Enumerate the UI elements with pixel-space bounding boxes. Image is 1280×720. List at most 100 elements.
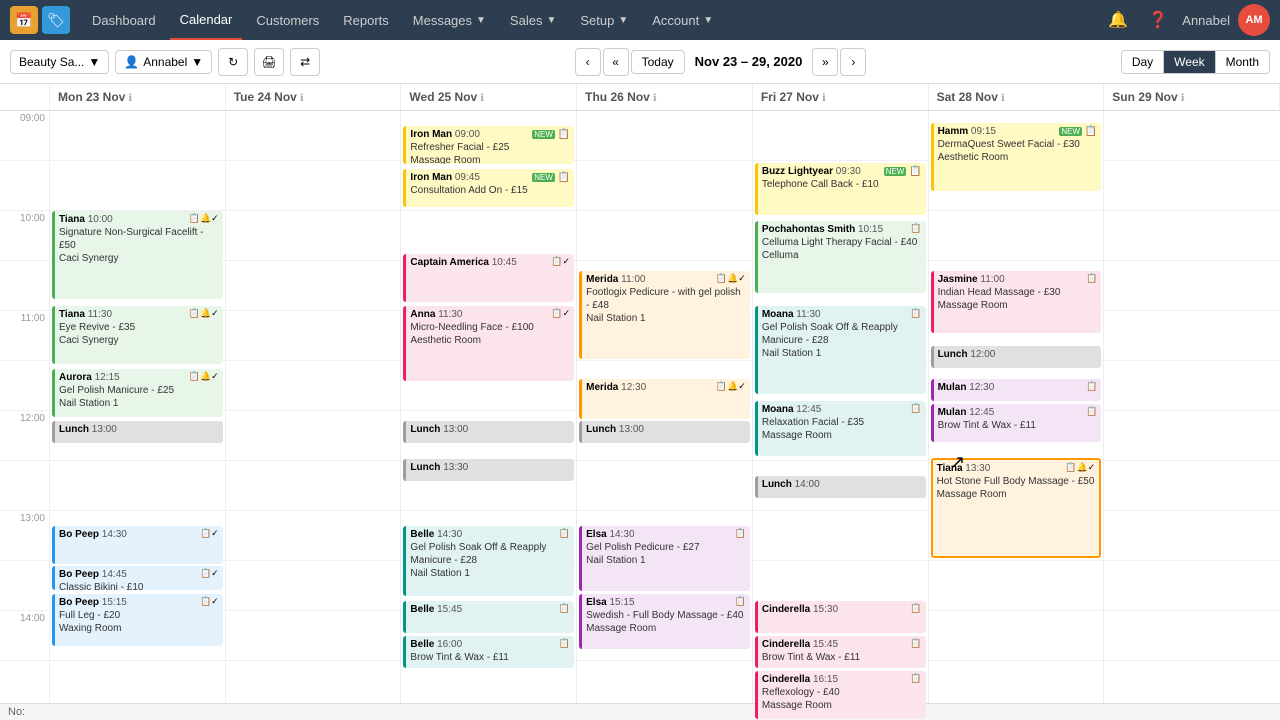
event-lunch-thu-1300: Lunch 13:00 bbox=[579, 421, 750, 443]
day-header-fri: Fri 27 Nov ℹ bbox=[753, 84, 929, 110]
avatar[interactable]: AM bbox=[1238, 4, 1270, 36]
event-tiana-1000[interactable]: Tiana 10:00 📋🔔✓ Signature Non-Surgical F… bbox=[52, 211, 223, 299]
event-elsa-1430[interactable]: Elsa 14:30 📋 Gel Polish Pedicure - £27 N… bbox=[579, 526, 750, 591]
event-merida-1100[interactable]: Merida 11:00 📋🔔✓ Footlogix Pedicure - wi… bbox=[579, 271, 750, 359]
user-name-label: Annabel bbox=[1182, 13, 1230, 28]
event-ironman-0945[interactable]: Iron Man 09:45 NEW 📋 Consultation Add On… bbox=[403, 169, 574, 207]
date-navigation: ‹ « Today Nov 23 – 29, 2020 » › bbox=[575, 48, 867, 76]
time-half4 bbox=[0, 461, 49, 511]
event-bopeep-1445[interactable]: Bo Peep 14:45 📋✓ Classic Bikini - £10 bbox=[52, 566, 223, 590]
prev-week-arrow[interactable]: « bbox=[603, 48, 629, 76]
calendar-logo-icon[interactable]: 📅 bbox=[10, 6, 38, 34]
time-half1 bbox=[0, 161, 49, 211]
day-view-button[interactable]: Day bbox=[1122, 51, 1164, 73]
refresh-button[interactable]: ↻ bbox=[218, 48, 248, 76]
day-header-thu: Thu 26 Nov ℹ bbox=[577, 84, 753, 110]
event-tiana-1130[interactable]: Tiana 11:30 📋🔔✓ Eye Revive - £35 Caci Sy… bbox=[52, 306, 223, 364]
event-tiana-1330[interactable]: Tiana 13:30 📋🔔✓ Hot Stone Full Body Mass… bbox=[931, 458, 1102, 558]
event-cinderella-1545[interactable]: Cinderella 15:45 📋 Brow Tint & Wax - £11 bbox=[755, 636, 926, 668]
day-header-sun: Sun 29 Nov ℹ bbox=[1104, 84, 1280, 110]
nav-sales[interactable]: Sales ▼ bbox=[500, 0, 566, 40]
user-selector[interactable]: 👤 Annabel ▼ bbox=[115, 50, 212, 74]
calendar-body: 09:00 10:00 11:00 12:00 13:00 14:00 15:0… bbox=[0, 111, 1280, 720]
status-bar: No: bbox=[0, 703, 1280, 720]
day-header-mon: Mon 23 Nov ℹ bbox=[50, 84, 226, 110]
nav-reports[interactable]: Reports bbox=[333, 0, 399, 40]
today-button[interactable]: Today bbox=[631, 50, 685, 74]
time-column: 09:00 10:00 11:00 12:00 13:00 14:00 15:0… bbox=[0, 111, 50, 720]
time-half2 bbox=[0, 261, 49, 311]
event-lunch-sat-1200: Lunch 12:00 bbox=[931, 346, 1102, 368]
day-headers-row: Mon 23 Nov ℹ Tue 24 Nov ℹ Wed 25 Nov ℹ T… bbox=[0, 84, 1280, 111]
hour-lines-tue bbox=[226, 111, 401, 720]
view-selector: Day Week Month bbox=[1121, 50, 1270, 74]
day-col-wed: Iron Man 09:00 NEW 📋 Refresher Facial - … bbox=[401, 111, 577, 720]
nav-calendar[interactable]: Calendar bbox=[170, 0, 243, 40]
nav-account[interactable]: Account ▼ bbox=[642, 0, 723, 40]
event-lunch-fri-1400: Lunch 14:00 bbox=[755, 476, 926, 498]
time-half5 bbox=[0, 561, 49, 611]
date-range-label: Nov 23 – 29, 2020 bbox=[687, 54, 811, 69]
hour-lines-sun bbox=[1104, 111, 1280, 720]
next-week-arrow[interactable]: » bbox=[812, 48, 838, 76]
week-view-button[interactable]: Week bbox=[1164, 51, 1215, 73]
time-1300: 13:00 bbox=[0, 511, 49, 561]
event-bopeep-1515[interactable]: Bo Peep 15:15 📋✓ Full Leg - £20 Waxing R… bbox=[52, 594, 223, 646]
help-icon[interactable]: ❓ bbox=[1142, 4, 1174, 36]
event-pochahontas-1015[interactable]: Pochahontas Smith 10:15 📋 Celluma Light … bbox=[755, 221, 926, 293]
time-1000: 10:00 bbox=[0, 211, 49, 261]
day-col-fri: Buzz Lightyear 09:30 NEW 📋 Telephone Cal… bbox=[753, 111, 929, 720]
nav-dashboard[interactable]: Dashboard bbox=[82, 0, 166, 40]
day-header-tue: Tue 24 Nov ℹ bbox=[226, 84, 402, 110]
print-button[interactable]: 🖨 bbox=[254, 48, 284, 76]
event-cinderella-1615[interactable]: Cinderella 16:15 📋 Reflexology - £40 Mas… bbox=[755, 671, 926, 719]
month-view-button[interactable]: Month bbox=[1216, 51, 1269, 73]
event-moana-1245[interactable]: Moana 12:45 📋 Relaxation Facial - £35 Ma… bbox=[755, 401, 926, 456]
event-belle-1430[interactable]: Belle 14:30 📋 Gel Polish Soak Off & Reap… bbox=[403, 526, 574, 596]
status-label: No: bbox=[8, 706, 25, 718]
day-col-thu: Merida 11:00 📋🔔✓ Footlogix Pedicure - wi… bbox=[577, 111, 753, 720]
nav-customers[interactable]: Customers bbox=[246, 0, 329, 40]
event-aurora-1215[interactable]: Aurora 12:15 📋🔔✓ Gel Polish Manicure - £… bbox=[52, 369, 223, 417]
event-belle-1600[interactable]: Belle 16:00 📋 Brow Tint & Wax - £11 bbox=[403, 636, 574, 668]
day-header-sat: Sat 28 Nov ℹ bbox=[929, 84, 1105, 110]
days-grid: Tiana 10:00 📋🔔✓ Signature Non-Surgical F… bbox=[50, 111, 1280, 720]
event-jasmine-1100[interactable]: Jasmine 11:00 📋 Indian Head Massage - £3… bbox=[931, 271, 1102, 333]
event-anna-1130[interactable]: Anna 11:30 📋✓ Micro-Needling Face - £100… bbox=[403, 306, 574, 381]
toolbar: Beauty Sa... ▼ 👤 Annabel ▼ ↻ 🖨 ⇄ ‹ « Tod… bbox=[0, 40, 1280, 84]
calendar-main: Mon 23 Nov ℹ Tue 24 Nov ℹ Wed 25 Nov ℹ T… bbox=[0, 84, 1280, 720]
top-navigation: 📅 🏷 Dashboard Calendar Customers Reports… bbox=[0, 0, 1280, 40]
event-belle-1545[interactable]: Belle 15:45 📋 bbox=[403, 601, 574, 633]
day-col-sun bbox=[1104, 111, 1280, 720]
event-merida-1230[interactable]: Merida 12:30 📋🔔✓ bbox=[579, 379, 750, 419]
event-mulan-1245[interactable]: Mulan 12:45 📋 Brow Tint & Wax - £11 bbox=[931, 404, 1102, 442]
tag-logo-icon[interactable]: 🏷 bbox=[42, 6, 70, 34]
event-cinderella-1530[interactable]: Cinderella 15:30 📋 bbox=[755, 601, 926, 633]
day-col-mon: Tiana 10:00 📋🔔✓ Signature Non-Surgical F… bbox=[50, 111, 226, 720]
time-half3 bbox=[0, 361, 49, 411]
time-1400: 14:00 bbox=[0, 611, 49, 661]
event-elsa-1515[interactable]: Elsa 15:15 📋 Swedish - Full Body Massage… bbox=[579, 594, 750, 649]
nav-right-area: 🔔 ❓ Annabel AM bbox=[1102, 4, 1270, 36]
event-hamm-0915[interactable]: Hamm 09:15 NEW 📋 DermaQuest Sweet Facial… bbox=[931, 123, 1102, 191]
event-buzz-0930[interactable]: Buzz Lightyear 09:30 NEW 📋 Telephone Cal… bbox=[755, 163, 926, 215]
location-selector[interactable]: Beauty Sa... ▼ bbox=[10, 50, 109, 74]
event-lunch-wed-1300: Lunch 13:00 bbox=[403, 421, 574, 443]
event-bopeep-1430[interactable]: Bo Peep 14:30 📋✓ bbox=[52, 526, 223, 564]
next-arrow[interactable]: › bbox=[840, 48, 866, 76]
prev-arrow[interactable]: ‹ bbox=[575, 48, 601, 76]
event-mulan-1230[interactable]: Mulan 12:30 📋 bbox=[931, 379, 1102, 401]
day-col-sat: Hamm 09:15 NEW 📋 DermaQuest Sweet Facial… bbox=[929, 111, 1105, 720]
nav-messages[interactable]: Messages ▼ bbox=[403, 0, 496, 40]
notifications-icon[interactable]: 🔔 bbox=[1102, 4, 1134, 36]
event-moana-1130[interactable]: Moana 11:30 📋 Gel Polish Soak Off & Reap… bbox=[755, 306, 926, 394]
event-lunch-mon-1300: Lunch 13:00 bbox=[52, 421, 223, 443]
day-col-tue bbox=[226, 111, 402, 720]
event-captainamerica-1045[interactable]: Captain America 10:45 📋✓ bbox=[403, 254, 574, 302]
event-ironman-0900[interactable]: Iron Man 09:00 NEW 📋 Refresher Facial - … bbox=[403, 126, 574, 164]
time-1100: 11:00 bbox=[0, 311, 49, 361]
day-header-wed: Wed 25 Nov ℹ bbox=[401, 84, 577, 110]
nav-setup[interactable]: Setup ▼ bbox=[570, 0, 638, 40]
time-1200: 12:00 bbox=[0, 411, 49, 461]
share-button[interactable]: ⇄ bbox=[290, 48, 320, 76]
